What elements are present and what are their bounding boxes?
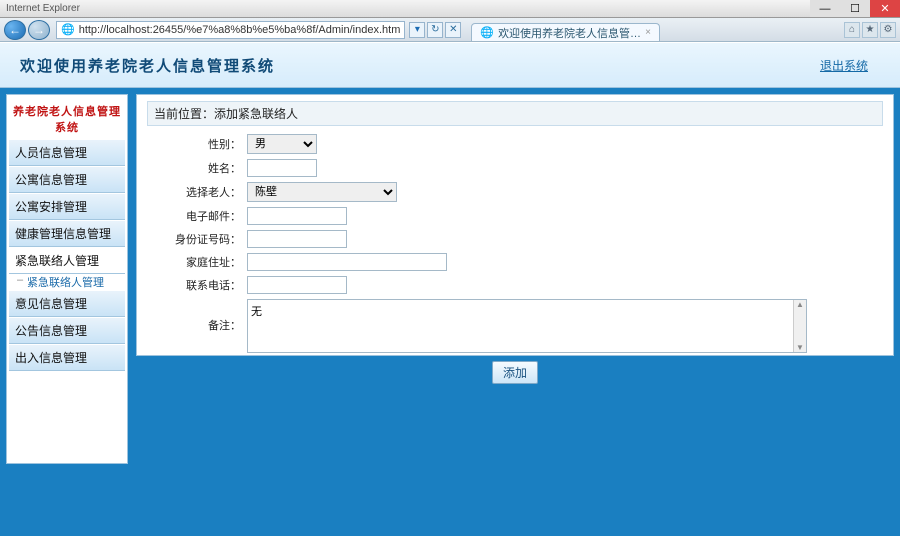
back-button[interactable]: ← [4, 20, 26, 40]
phone-input[interactable] [247, 276, 347, 294]
sidebar-item-apartment[interactable]: 公寓信息管理 [9, 166, 125, 193]
content-panel: 当前位置：添加紧急联络人 性别： 男 姓名： 选择老人： 陈壁 电子邮件： 身份… [136, 94, 894, 356]
textarea-scrollbar[interactable] [793, 300, 806, 352]
address-input[interactable] [247, 253, 447, 271]
refresh-button[interactable]: ↻ [427, 22, 443, 38]
stop-button[interactable]: ✕ [445, 22, 461, 38]
name-label: 姓名： [147, 160, 247, 176]
page-title: 欢迎使用养老院老人信息管理系统 [20, 55, 275, 76]
gender-select[interactable]: 男 [247, 134, 317, 154]
page-icon: 🌐 [480, 26, 494, 39]
page-header: 欢迎使用养老院老人信息管理系统 退出系统 [0, 42, 900, 88]
forward-button[interactable]: → [28, 20, 50, 40]
go-dropdown-button[interactable]: ▾ [409, 22, 425, 38]
address-label: 家庭住址： [147, 254, 247, 270]
sidebar-item-people[interactable]: 人员信息管理 [9, 139, 125, 166]
address-bar: ← → 🌐 http://localhost:26455/%e7%a8%8b%e… [0, 18, 900, 42]
elder-label: 选择老人： [147, 184, 247, 200]
browser-tab[interactable]: 🌐 欢迎使用养老院老人信息管… × [471, 23, 660, 41]
email-label: 电子邮件： [147, 208, 247, 224]
window-close-button[interactable]: ✕ [870, 0, 900, 17]
name-input[interactable] [247, 159, 317, 177]
window-maximize-button[interactable]: ☐ [840, 0, 870, 17]
sidebar-item-apartment-assign[interactable]: 公寓安排管理 [9, 193, 125, 220]
submit-button[interactable]: 添加 [492, 361, 538, 384]
tab-close-button[interactable]: × [645, 27, 651, 38]
sidebar-item-notice[interactable]: 公告信息管理 [9, 317, 125, 344]
sidebar: 养老院老人信息管理系统 人员信息管理 公寓信息管理 公寓安排管理 健康管理信息管… [6, 94, 128, 464]
sidebar-item-emergency[interactable]: 紧急联络人管理 [9, 247, 125, 274]
remark-label: 备注： [147, 299, 247, 333]
sidebar-item-feedback[interactable]: 意见信息管理 [9, 290, 125, 317]
remark-textarea[interactable]: 无 [247, 299, 807, 353]
remark-text: 无 [251, 306, 262, 318]
breadcrumb: 当前位置：添加紧急联络人 [147, 101, 883, 126]
window-titlebar: Internet Explorer — ☐ ✕ [0, 0, 900, 18]
favorites-icon[interactable]: ★ [862, 22, 878, 38]
gender-label: 性别： [147, 136, 247, 152]
window-title-text: Internet Explorer [0, 3, 80, 14]
main-area: 养老院老人信息管理系统 人员信息管理 公寓信息管理 公寓安排管理 健康管理信息管… [0, 88, 900, 536]
tab-label: 欢迎使用养老院老人信息管… [498, 25, 641, 41]
phone-label: 联系电话： [147, 277, 247, 293]
idno-input[interactable] [247, 230, 347, 248]
url-input[interactable]: 🌐 http://localhost:26455/%e7%a8%8b%e5%ba… [56, 21, 405, 39]
tab-strip: 🌐 欢迎使用养老院老人信息管… × [471, 18, 660, 41]
window-minimize-button[interactable]: — [810, 0, 840, 17]
url-text: http://localhost:26455/%e7%a8%8b%e5%ba%8… [79, 24, 401, 36]
email-input[interactable] [247, 207, 347, 225]
logout-link[interactable]: 退出系统 [820, 57, 868, 74]
sidebar-item-health[interactable]: 健康管理信息管理 [9, 220, 125, 247]
sidebar-subitem-emergency-manage[interactable]: 紧急联络人管理 [9, 274, 110, 292]
idno-label: 身份证号码： [147, 231, 247, 247]
settings-gear-icon[interactable]: ⚙ [880, 22, 896, 38]
sidebar-header: 养老院老人信息管理系统 [9, 99, 125, 139]
home-icon[interactable]: ⌂ [844, 22, 860, 38]
sidebar-item-access[interactable]: 出入信息管理 [9, 344, 125, 371]
elder-select[interactable]: 陈壁 [247, 182, 397, 202]
globe-icon: 🌐 [61, 23, 75, 36]
